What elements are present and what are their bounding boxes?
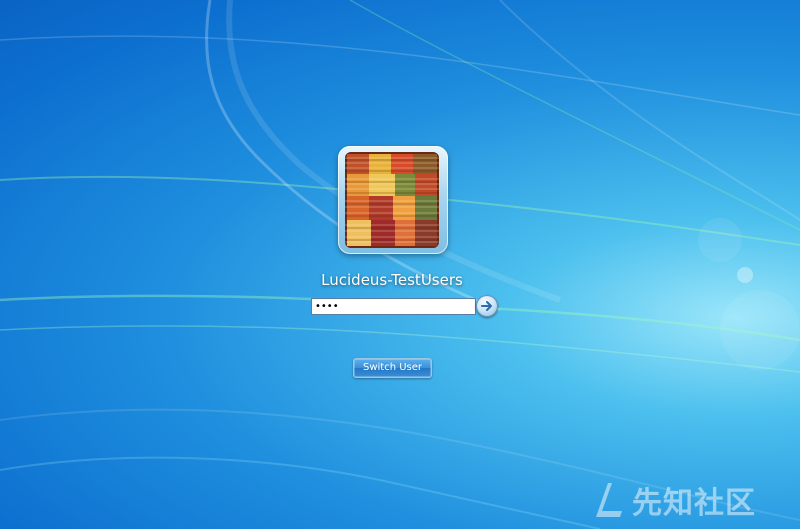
user-tile-frame[interactable] (338, 146, 448, 254)
password-input[interactable] (311, 298, 476, 315)
xianzhi-logo-icon (596, 483, 622, 517)
watermark-text: 先知社区 (632, 486, 756, 521)
background-wallpaper (0, 0, 800, 529)
submit-login-button[interactable] (476, 295, 498, 317)
arrow-right-icon (481, 301, 492, 311)
watermark: 先知社区 (592, 480, 756, 521)
username-label: Lucideus-TestUsers (321, 271, 463, 289)
logon-screen: Lucideus-TestUsers Switch User 先知社区 (0, 0, 800, 529)
switch-user-button[interactable]: Switch User (353, 358, 432, 378)
user-avatar-icon (345, 152, 439, 248)
